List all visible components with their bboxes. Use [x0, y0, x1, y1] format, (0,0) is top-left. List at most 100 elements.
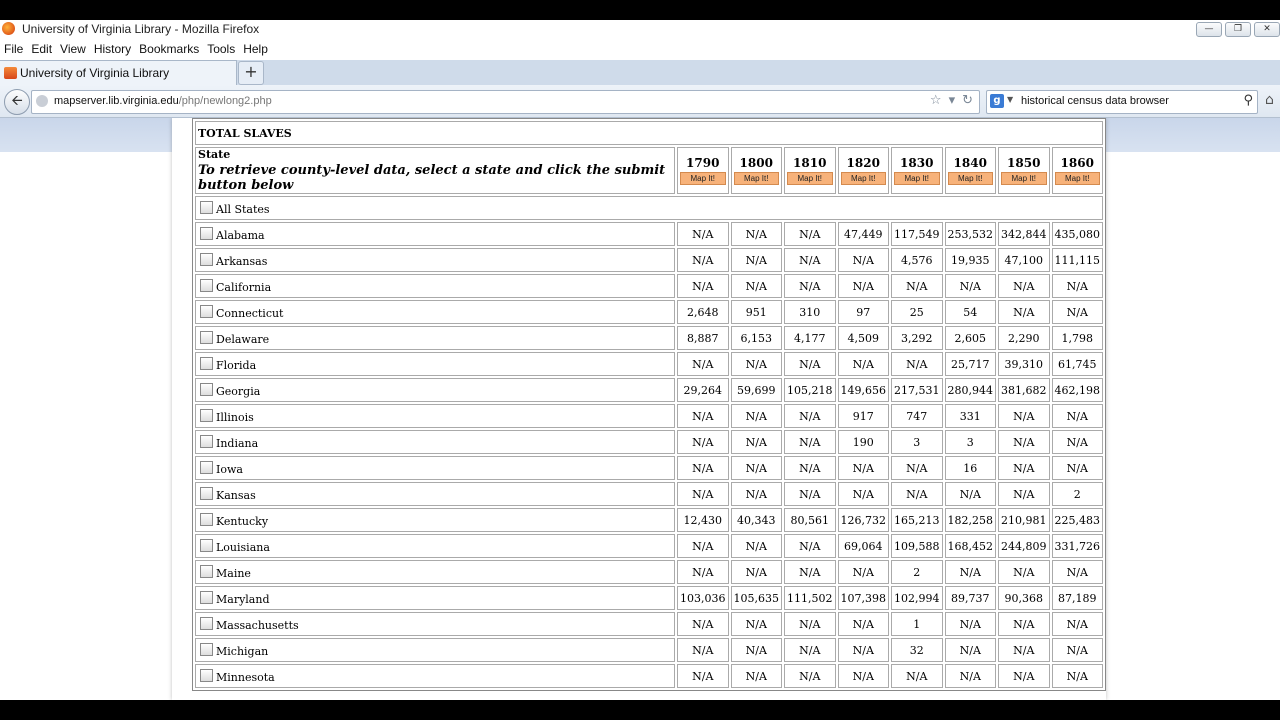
- value-cell: N/A: [730, 482, 782, 506]
- state-checkbox[interactable]: [200, 278, 213, 292]
- table-row: Massachusetts N/A N/A N/A N/A 1 N/A N/A N/A: [195, 612, 1103, 636]
- state-checkbox[interactable]: [200, 616, 213, 630]
- restore-button[interactable]: ❐: [1225, 22, 1251, 37]
- value-cell: N/A: [1051, 404, 1103, 428]
- reload-icon[interactable]: ↻: [962, 93, 973, 108]
- dropdown-arrow-icon[interactable]: ▾: [949, 93, 956, 108]
- back-button[interactable]: 🡨: [4, 89, 30, 115]
- value-cell: 8,887: [677, 326, 729, 350]
- state-checkbox[interactable]: [200, 356, 213, 370]
- value-cell: N/A: [837, 612, 889, 636]
- map-it-button-1800[interactable]: Map It!: [733, 172, 779, 185]
- search-input[interactable]: historical census data browser: [1021, 95, 1169, 107]
- value-cell: 109,588: [891, 534, 943, 558]
- value-cell: N/A: [730, 560, 782, 584]
- value-cell: 126,732: [837, 508, 889, 532]
- new-tab-button[interactable]: +: [238, 61, 264, 85]
- state-checkbox[interactable]: [200, 408, 213, 422]
- value-cell: N/A: [730, 274, 782, 298]
- value-cell: 168,452: [944, 534, 996, 558]
- state-name: California: [216, 280, 272, 294]
- state-checkbox[interactable]: [200, 330, 213, 344]
- value-cell: 54: [944, 300, 996, 324]
- state-checkbox[interactable]: [200, 252, 213, 266]
- value-cell: N/A: [891, 482, 943, 506]
- value-cell: 105,218: [784, 378, 836, 402]
- state-checkbox[interactable]: [200, 538, 213, 552]
- value-cell: 103,036: [677, 586, 729, 610]
- state-checkbox[interactable]: [200, 434, 213, 448]
- value-cell: N/A: [730, 534, 782, 558]
- value-cell: 6,153: [730, 326, 782, 350]
- table-row: Michigan N/A N/A N/A N/A 32 N/A N/A N/A: [195, 638, 1103, 662]
- value-cell: N/A: [944, 274, 996, 298]
- menu-tools[interactable]: Tools: [203, 40, 239, 60]
- all-states-checkbox[interactable]: [200, 200, 213, 214]
- minimize-button[interactable]: —: [1196, 22, 1222, 37]
- menu-edit[interactable]: Edit: [27, 40, 56, 60]
- state-checkbox[interactable]: [200, 304, 213, 318]
- menu-help[interactable]: Help: [239, 40, 272, 60]
- menu-file[interactable]: File: [0, 40, 27, 60]
- map-it-button-1820[interactable]: Map It!: [840, 172, 886, 185]
- value-cell: N/A: [1051, 274, 1103, 298]
- map-it-button-1810[interactable]: Map It!: [787, 172, 833, 185]
- map-it-button-1850[interactable]: Map It!: [1001, 172, 1047, 185]
- value-cell: N/A: [784, 352, 836, 376]
- state-checkbox[interactable]: [200, 512, 213, 526]
- map-it-button-1840[interactable]: Map It!: [947, 172, 993, 185]
- page-content: TOTAL SLAVES State To retrieve county-le…: [0, 118, 1280, 700]
- value-cell: 80,561: [784, 508, 836, 532]
- search-bar[interactable]: g ▼ historical census data browser ⚲: [986, 90, 1258, 114]
- all-states-label: All States: [216, 202, 270, 216]
- year-header-1830: 1830 Map It!: [891, 147, 943, 194]
- bookmark-star-icon[interactable]: ☆: [930, 93, 942, 108]
- state-checkbox[interactable]: [200, 642, 213, 656]
- value-cell: 25: [891, 300, 943, 324]
- menu-view[interactable]: View: [56, 40, 90, 60]
- value-cell: N/A: [784, 430, 836, 454]
- state-checkbox[interactable]: [200, 486, 213, 500]
- value-cell: N/A: [1051, 430, 1103, 454]
- value-cell: 59,699: [730, 378, 782, 402]
- state-checkbox[interactable]: [200, 590, 213, 604]
- value-cell: N/A: [677, 534, 729, 558]
- home-icon[interactable]: ⌂: [1265, 92, 1274, 108]
- menu-bookmarks[interactable]: Bookmarks: [135, 40, 203, 60]
- table-row: Georgia 29,264 59,699 105,218 149,656 217,531…: [195, 378, 1103, 402]
- state-checkbox[interactable]: [200, 668, 213, 682]
- state-checkbox[interactable]: [200, 226, 213, 240]
- year-header-1790: 1790 Map It!: [677, 147, 729, 194]
- value-cell: 87,189: [1051, 586, 1103, 610]
- value-cell: N/A: [784, 560, 836, 584]
- close-button[interactable]: ✕: [1254, 22, 1280, 37]
- state-name: Minnesota: [216, 670, 275, 684]
- map-it-button-1790[interactable]: Map It!: [680, 172, 726, 185]
- value-cell: N/A: [1051, 560, 1103, 584]
- value-cell: N/A: [677, 274, 729, 298]
- table-row: Kentucky 12,430 40,343 80,561 126,732 165,213…: [195, 508, 1103, 532]
- state-name: Georgia: [216, 384, 261, 398]
- url-bar[interactable]: mapserver.lib.virginia.edu/php/newlong2.…: [31, 90, 980, 114]
- tab-uva-library[interactable]: University of Virginia Library: [0, 60, 237, 86]
- value-cell: N/A: [730, 430, 782, 454]
- search-icon[interactable]: ⚲: [1243, 93, 1253, 108]
- state-checkbox[interactable]: [200, 382, 213, 396]
- menu-history[interactable]: History: [90, 40, 135, 60]
- url-text: mapserver.lib.virginia.edu/php/newlong2.…: [54, 95, 272, 107]
- value-cell: 253,532: [944, 222, 996, 246]
- value-cell: N/A: [944, 638, 996, 662]
- table-row: Florida N/A N/A N/A N/A N/A 25,717 39,310 61,745: [195, 352, 1103, 376]
- google-icon[interactable]: g: [990, 94, 1004, 108]
- value-cell: N/A: [998, 300, 1050, 324]
- value-cell: 2,290: [998, 326, 1050, 350]
- state-checkbox[interactable]: [200, 564, 213, 578]
- value-cell: N/A: [837, 456, 889, 480]
- value-cell: 917: [837, 404, 889, 428]
- value-cell: 105,635: [730, 586, 782, 610]
- map-it-button-1860[interactable]: Map It!: [1054, 172, 1100, 185]
- map-it-button-1830[interactable]: Map It!: [894, 172, 940, 185]
- value-cell: N/A: [891, 274, 943, 298]
- engine-dropdown-icon[interactable]: ▼: [1007, 95, 1013, 104]
- state-checkbox[interactable]: [200, 460, 213, 474]
